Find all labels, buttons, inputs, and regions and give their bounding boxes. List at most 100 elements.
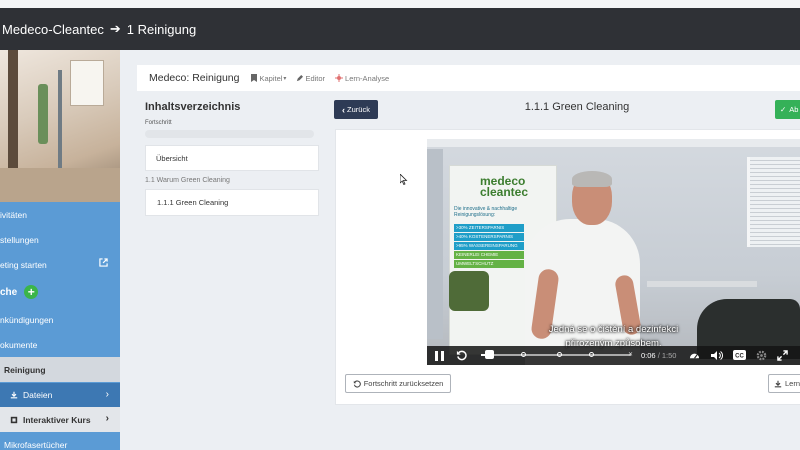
video-timeline[interactable] bbox=[481, 354, 631, 356]
chevron-left-icon: ‹ bbox=[342, 104, 346, 115]
sidebar-item-microfiber[interactable]: Mikrofasertücher bbox=[0, 432, 120, 450]
photo-pillar bbox=[8, 50, 18, 170]
chevron-right-icon: › bbox=[105, 413, 109, 424]
photo-pole bbox=[58, 70, 62, 170]
breadcrumb-course[interactable]: Medeco-Cleantec bbox=[2, 22, 104, 37]
banner-tagline: Die innovative & nachhaltige Reinigungsl… bbox=[454, 206, 517, 218]
photo-floor bbox=[0, 168, 120, 202]
video-time: 0:06 / 1:50 bbox=[641, 351, 677, 360]
reset-icon bbox=[353, 379, 361, 388]
current-time: 0:06 bbox=[641, 351, 656, 360]
sidebar-item-label: Interaktiver Kurs bbox=[23, 414, 91, 425]
sidebar-item-label: stellungen bbox=[0, 234, 39, 245]
back-button[interactable]: ‹ Zurück bbox=[334, 100, 378, 119]
course-image bbox=[0, 50, 120, 202]
rewind-icon[interactable] bbox=[456, 350, 467, 361]
sidebar-item-meeting[interactable]: eting starten bbox=[0, 252, 120, 277]
banner-point: >30% ZEITERSPARNIS bbox=[454, 224, 524, 232]
download-label: Lern bbox=[785, 379, 800, 388]
banner-line: Reinigungslösung: bbox=[454, 212, 496, 218]
pause-icon[interactable] bbox=[435, 351, 444, 361]
skip-marker-icon: ✕ bbox=[628, 352, 634, 358]
volume-icon[interactable] bbox=[711, 350, 723, 361]
fullscreen-icon[interactable] bbox=[777, 350, 788, 361]
bookmark-icon bbox=[251, 74, 258, 82]
chapter-marker[interactable] bbox=[521, 352, 526, 357]
reset-label: Fortschritt zurücksetzen bbox=[363, 379, 444, 388]
settings-gear-icon[interactable] bbox=[756, 350, 767, 361]
subtitle-line: Jedná se o čištění a dezinfekci bbox=[548, 324, 679, 335]
course-icon bbox=[10, 416, 18, 423]
mouse-cursor-icon bbox=[400, 174, 408, 185]
banner-point: >95% WASSEREINSPARUNG bbox=[454, 242, 524, 250]
sidebar-item-interactive-course[interactable]: Interaktiver Kurs › bbox=[0, 407, 120, 432]
chapters-dropdown[interactable]: Kapitel ▾ bbox=[251, 74, 286, 83]
analytics-label: Lern-Analyse bbox=[345, 73, 390, 83]
video-ceiling bbox=[427, 139, 800, 147]
chapters-label: Kapitel bbox=[259, 73, 283, 83]
video-table bbox=[647, 281, 757, 287]
video-player[interactable]: medeco cleantec Die innovative & nachhal… bbox=[427, 139, 800, 365]
download-icon bbox=[10, 391, 18, 399]
editor-link[interactable]: Editor bbox=[296, 74, 325, 83]
sidebar-item-label: Reinigung bbox=[4, 364, 46, 375]
breadcrumb-arrow-icon: ➔ bbox=[109, 21, 121, 36]
chapter-marker[interactable] bbox=[557, 352, 562, 357]
sidebar-item-label: Dateien bbox=[23, 390, 53, 400]
toc-section[interactable]: 1.1 Warum Green Cleaning bbox=[145, 177, 320, 184]
photo-equipment bbox=[38, 84, 48, 144]
sidebar-item-settings[interactable]: stellungen bbox=[0, 227, 120, 252]
progress-label: Fortschritt bbox=[145, 120, 172, 126]
sidebar-item-activities[interactable]: ivitäten bbox=[0, 202, 120, 227]
banner-logo: medeco cleantec bbox=[480, 175, 529, 199]
sidebar-item-reinigung[interactable]: Reinigung bbox=[0, 357, 120, 382]
sidebar-item-dateien[interactable]: Dateien › bbox=[0, 382, 120, 407]
check-icon: ✓ bbox=[780, 105, 787, 114]
banner-logo-line2: cleantec bbox=[480, 185, 529, 199]
video-controls: ✕ 0:06 / 1:50 CC bbox=[427, 346, 800, 365]
course-header: Medeco: Reinigung Kapitel ▾ Editor Lern-… bbox=[137, 65, 800, 91]
progress-bar bbox=[145, 130, 314, 138]
sidebar: ivitäten stellungen eting starten che + … bbox=[0, 50, 120, 450]
sidebar-item-documents[interactable]: okumente bbox=[0, 332, 120, 357]
toc-lesson[interactable]: 1.1.1 Green Cleaning bbox=[145, 189, 319, 216]
toc-heading: Inhaltsverzeichnis bbox=[145, 101, 241, 113]
sidebar-item-label: okumente bbox=[0, 339, 38, 350]
banner-point: >40% KOSTENERSPARNIS bbox=[454, 233, 524, 241]
next-button[interactable]: ✓ Ab bbox=[775, 100, 800, 119]
reset-progress-button[interactable]: Fortschritt zurücksetzen bbox=[345, 374, 451, 393]
video-door bbox=[427, 149, 443, 339]
top-strip bbox=[0, 0, 800, 8]
add-icon[interactable]: + bbox=[24, 285, 39, 299]
download-icon bbox=[774, 380, 782, 387]
table-of-contents: Inhaltsverzeichnis Fortschritt Übersicht… bbox=[145, 101, 320, 216]
chevron-right-icon: › bbox=[105, 389, 109, 400]
banner-points: >30% ZEITERSPARNIS >40% KOSTENERSPARNIS … bbox=[454, 224, 524, 268]
video-window bbox=[747, 157, 800, 247]
sidebar-item-label: nkündigungen bbox=[0, 314, 54, 325]
external-link-icon bbox=[99, 258, 108, 267]
banner-point: KEINERLEI CHEMIE bbox=[454, 251, 524, 259]
next-label: Ab bbox=[789, 105, 799, 114]
toc-overview[interactable]: Übersicht bbox=[145, 145, 319, 171]
sidebar-item-label: eting starten bbox=[0, 259, 47, 270]
caret-down-icon: ▾ bbox=[283, 75, 287, 82]
breadcrumb-lesson[interactable]: 1 Reinigung bbox=[127, 22, 196, 37]
captions-icon[interactable]: CC bbox=[733, 350, 746, 360]
speed-icon[interactable] bbox=[689, 350, 700, 361]
chapter-marker[interactable] bbox=[589, 352, 594, 357]
sidebar-section-head: che + bbox=[0, 277, 120, 307]
sidebar-item-label: ivitäten bbox=[0, 209, 27, 220]
sidebar-item-announcements[interactable]: nkündigungen bbox=[0, 307, 120, 332]
photo-sign bbox=[70, 60, 104, 106]
timeline-knob[interactable] bbox=[485, 350, 495, 359]
sidebar-item-label: Mikrofasertücher bbox=[4, 439, 68, 450]
analytics-link[interactable]: Lern-Analyse bbox=[335, 74, 389, 83]
top-bar: Medeco-Cleantec ➔ 1 Reinigung bbox=[0, 8, 800, 50]
pencil-icon bbox=[297, 74, 304, 81]
editor-label: Editor bbox=[305, 73, 326, 83]
course-title: Medeco: Reinigung bbox=[149, 72, 240, 84]
analytics-icon bbox=[335, 74, 344, 82]
svg-text:CC: CC bbox=[735, 354, 744, 360]
download-button[interactable]: Lern bbox=[768, 374, 800, 393]
